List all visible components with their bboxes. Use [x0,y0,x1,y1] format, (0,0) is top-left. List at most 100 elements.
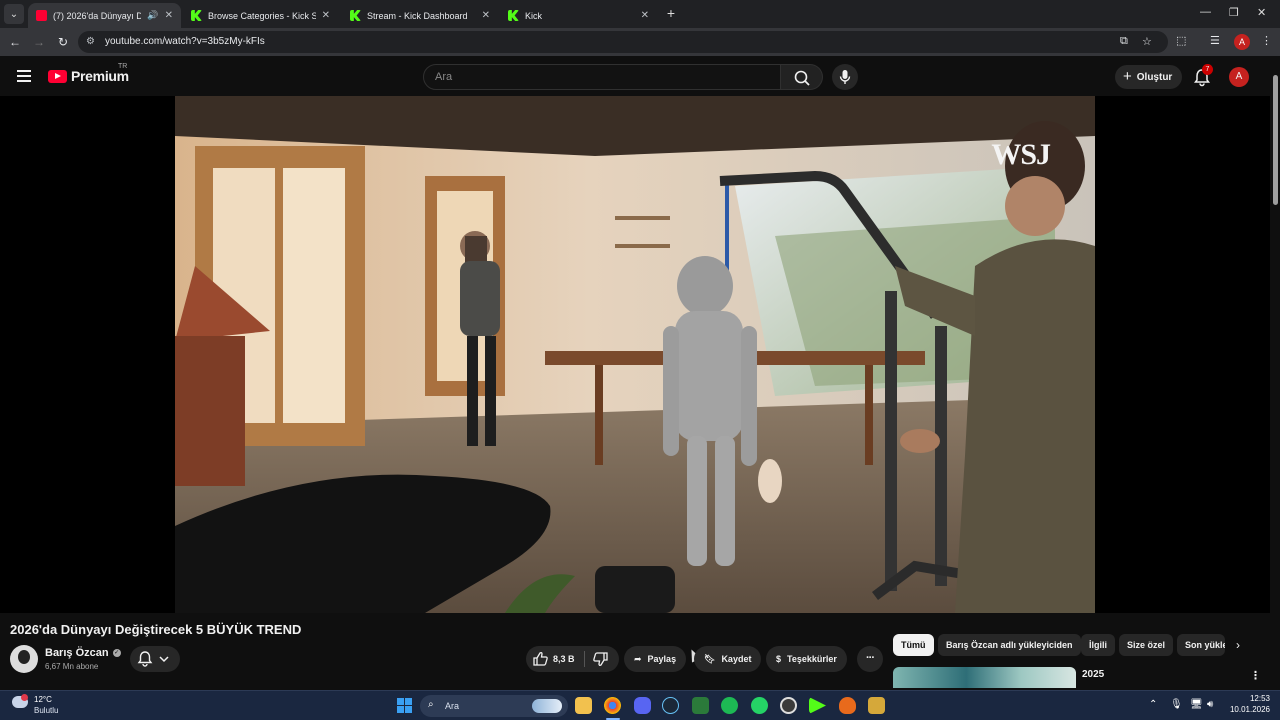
wsj-logo-overlay: WSJ [991,138,1051,171]
excel-like-app-icon[interactable] [692,697,709,714]
extensions-icon[interactable]: ⬚ [1176,34,1186,47]
network-icon[interactable]: 🖥︎ [1190,699,1203,710]
thanks-button[interactable]: $ Teşekkürler [766,646,847,672]
forward-button[interactable]: → [31,34,47,50]
kick-app-icon[interactable] [809,697,826,714]
create-label: Oluştur [1136,71,1173,83]
microphone-tray-icon[interactable]: 🎙︎ [1170,699,1183,710]
reload-button[interactable]: ↻ [55,34,71,50]
steam-icon[interactable] [662,697,679,714]
file-explorer-icon[interactable] [575,697,592,714]
obs-icon[interactable] [780,697,797,714]
notes-app-icon[interactable] [868,697,885,714]
chevron-right-icon[interactable]: › [1236,638,1240,652]
address-bar[interactable]: ⚙ youtube.com/watch?v=3b5zMy-kFIs ⧉ ☆ [78,31,1168,53]
new-tab-button[interactable]: + [664,5,678,21]
chrome-icon[interactable] [604,697,621,714]
video-scene [175,96,1095,613]
dislike-button[interactable] [585,646,619,672]
reading-list-icon[interactable]: ☰ [1210,34,1220,47]
hamburger-menu-icon[interactable] [17,70,31,82]
youtube-masthead: Premium TR + Oluştur 7 A [0,56,1280,96]
account-avatar[interactable]: A [1229,67,1249,87]
browser-tab-strip: ⌄ (7) 2026'da Dünyayı Değişti 🔊 ✕ Browse… [0,0,1280,28]
create-button[interactable]: + Oluştur [1115,65,1183,89]
chip-from-uploader[interactable]: Barış Özcan adlı yükleyiciden [938,634,1081,656]
voice-search-button[interactable] [832,64,858,90]
like-count: 8,3 B [553,654,575,664]
search-input[interactable] [424,65,780,89]
share-button[interactable]: ➦ Paylaş [624,646,687,672]
volume-icon[interactable]: 🔊︎ [1207,699,1213,710]
discord-icon[interactable] [634,697,651,714]
close-icon[interactable]: ✕ [641,10,649,21]
more-actions-button[interactable]: ··· [857,646,883,672]
subscriber-count: 6,67 Mn abone [45,662,99,671]
tab-search-button[interactable]: ⌄ [4,4,24,24]
chip-all[interactable]: Tümü [893,634,934,656]
clock-date[interactable]: 10.01.2026 [1226,705,1270,714]
minimize-button[interactable]: — [1200,6,1211,18]
brave-icon[interactable] [839,697,856,714]
search-button[interactable] [781,64,823,90]
whatsapp-icon[interactable] [751,697,768,714]
clock-time[interactable]: 12:53 [1238,694,1270,703]
browser-menu-icon[interactable]: ⋮ [1261,34,1272,47]
country-code: TR [118,63,128,70]
tab-kick-categories[interactable]: Browse Categories - Kick Stream ✕ [183,3,338,28]
kick-icon [350,10,361,21]
video-frame[interactable]: WSJ [175,96,1095,613]
tab-kick-dashboard[interactable]: Stream - Kick Dashboard ✕ [342,3,498,28]
taskbar-search-label: Ara [445,701,460,711]
tray-overflow-chevron-icon[interactable]: ⌃ [1149,699,1157,710]
taskbar-search[interactable]: ⌕ Ara [420,695,568,717]
weather-condition[interactable]: Bulutlu [34,706,58,715]
share-icon: ➦ [634,653,642,664]
tab-title: Browse Categories - Kick Stream [208,10,316,21]
browser-profile-avatar[interactable]: A [1234,34,1250,50]
url-text[interactable]: youtube.com/watch?v=3b5zMy-kFIs [105,36,265,47]
weather-temperature[interactable]: 12°C [34,695,52,704]
tab-title: (7) 2026'da Dünyayı Değişti [53,10,142,21]
bell-icon [137,651,169,667]
channel-name[interactable]: Barış Özcan [45,647,109,659]
thanks-label: Teşekkürler [787,654,837,664]
plus-icon: + [1123,68,1132,85]
window-close-button[interactable]: ✕ [1257,6,1266,19]
site-info-icon[interactable]: ⚙ [86,36,98,48]
channel-avatar[interactable] [10,645,38,673]
scrollbar-thumb[interactable] [1273,75,1278,205]
speaker-icon[interactable]: 🔊 [147,10,158,21]
channel-name-row[interactable]: Barış Özcan ✓ [45,647,121,659]
tab-title: Stream - Kick Dashboard [367,10,468,21]
search-highlight-image [532,699,562,713]
share-label: Paylaş [647,654,677,664]
save-button[interactable]: 🔖︎ Kaydet [694,646,762,672]
close-icon[interactable]: ✕ [165,10,173,21]
youtube-icon [36,10,47,21]
youtube-premium-logo[interactable]: Premium TR [48,63,129,84]
related-video-thumbnail[interactable] [893,667,1076,688]
maximize-button[interactable]: ❐ [1229,6,1239,19]
spotify-icon[interactable] [721,697,738,714]
tab-kick[interactable]: Kick ✕ [500,3,657,28]
chip-related[interactable]: İlgili [1081,634,1115,656]
subscription-notifications-button[interactable] [130,646,180,672]
bookmark-star-icon[interactable]: ☆ [1142,35,1152,48]
chip-for-you[interactable]: Size özel [1119,634,1174,656]
kick-icon [508,10,519,21]
close-icon[interactable]: ✕ [482,10,490,21]
related-video-menu-icon[interactable]: ⋮ [1250,669,1261,682]
install-app-icon[interactable]: ⧉ [1120,35,1128,48]
notification-count-badge: 7 [1202,64,1213,75]
windows-taskbar: 12°C Bulutlu ⌕ Ara ⌃ 🎙︎ 🖥︎ 🔊︎ 12:53 10.0… [0,690,1280,720]
close-icon[interactable]: ✕ [322,10,330,21]
back-button[interactable]: ← [7,34,23,50]
tab-youtube-video[interactable]: (7) 2026'da Dünyayı Değişti 🔊 ✕ [28,3,181,28]
related-video-title[interactable]: 2025 [1082,669,1104,680]
windows-start-icon[interactable] [397,698,412,713]
chip-recently-uploaded[interactable]: Son yükle [1177,634,1225,656]
like-dislike-group: 8,3 B [526,646,619,672]
video-player[interactable]: WSJ [0,96,1270,613]
logo-text: Premium [71,68,129,84]
